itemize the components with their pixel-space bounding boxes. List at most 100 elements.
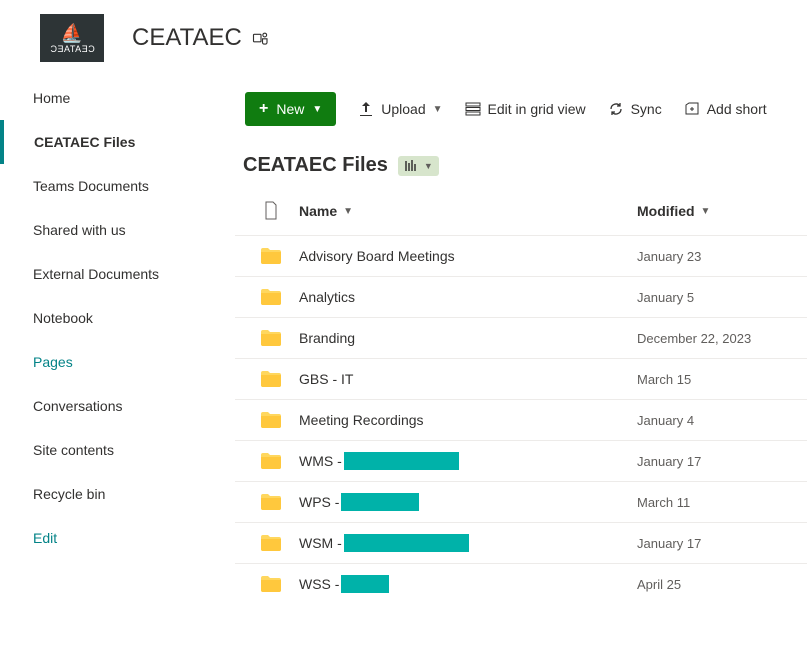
item-modified: January 17 (637, 536, 807, 551)
nav-label: Recycle bin (33, 486, 105, 502)
item-name-text: Advisory Board Meetings (299, 248, 455, 264)
item-name[interactable]: WMS - (295, 452, 637, 470)
new-button[interactable]: + New ▼ (245, 92, 336, 126)
item-modified: January 23 (637, 249, 807, 264)
site-title: CEATAEC (132, 24, 242, 52)
nav-label: Site contents (33, 442, 114, 458)
folder-icon (247, 288, 295, 306)
file-list: Name ▼ Modified ▼ Advisory Board Meeting… (235, 187, 807, 604)
folder-icon (247, 534, 295, 552)
nav-label: Conversations (33, 398, 123, 414)
nav-label: External Documents (33, 266, 159, 282)
table-row[interactable]: WMS - January 17 (235, 440, 807, 481)
teams-icon[interactable] (252, 29, 270, 47)
folder-icon (247, 247, 295, 265)
grid-label: Edit in grid view (488, 101, 586, 117)
plus-icon: + (259, 100, 268, 118)
chevron-down-icon: ▼ (701, 206, 711, 217)
modified-column-header[interactable]: Modified ▼ (637, 203, 807, 219)
item-name[interactable]: Analytics (295, 289, 637, 305)
chevron-down-icon: ▼ (312, 104, 322, 115)
item-name-text: WSS - (299, 576, 339, 592)
sidebar-nav: Home CEATAEC Files Teams Documents Share… (0, 76, 230, 646)
item-name[interactable]: GBS - IT (295, 371, 637, 387)
new-label: New (276, 101, 304, 117)
file-icon (263, 201, 279, 221)
nav-pages[interactable]: Pages (3, 340, 230, 384)
column-headers: Name ▼ Modified ▼ (235, 187, 807, 235)
table-row[interactable]: WSM - January 17 (235, 522, 807, 563)
nav-label: Shared with us (33, 222, 126, 238)
item-modified: January 17 (637, 454, 807, 469)
add-shortcut-button[interactable]: Add short (684, 101, 767, 117)
item-name-text: Meeting Recordings (299, 412, 424, 428)
nav-conversations[interactable]: Conversations (3, 384, 230, 428)
folder-icon (247, 575, 295, 593)
view-icon (404, 158, 420, 174)
type-column-header[interactable] (247, 201, 295, 221)
redacted-text (344, 534, 469, 552)
chevron-down-icon: ▼ (424, 161, 433, 171)
item-name-text: WMS - (299, 453, 342, 469)
item-modified: December 22, 2023 (637, 331, 807, 346)
nav-notebook[interactable]: Notebook (3, 296, 230, 340)
folder-icon (247, 329, 295, 347)
item-name[interactable]: Advisory Board Meetings (295, 248, 637, 264)
table-row[interactable]: WSS - April 25 (235, 563, 807, 604)
site-logo[interactable]: ⛵ CEATAEC (40, 14, 104, 62)
item-modified: January 5 (637, 290, 807, 305)
item-name[interactable]: Branding (295, 330, 637, 346)
table-row[interactable]: WPS - March 11 (235, 481, 807, 522)
grid-icon (465, 101, 481, 117)
table-row[interactable]: Branding December 22, 2023 (235, 317, 807, 358)
item-name[interactable]: WSM - (295, 534, 637, 552)
upload-label: Upload (381, 101, 425, 117)
item-name-text: WPS - (299, 494, 339, 510)
item-name-text: Analytics (299, 289, 355, 305)
redacted-text (341, 493, 419, 511)
item-name-text: Branding (299, 330, 355, 346)
folder-icon (247, 493, 295, 511)
nav-label: CEATAEC Files (34, 134, 135, 150)
sync-button[interactable]: Sync (608, 101, 662, 117)
item-name[interactable]: WPS - (295, 493, 637, 511)
chevron-down-icon: ▼ (433, 104, 443, 115)
nav-label: Notebook (33, 310, 93, 326)
table-row[interactable]: GBS - IT March 15 (235, 358, 807, 399)
folder-icon (247, 411, 295, 429)
item-name-text: WSM - (299, 535, 342, 551)
name-column-header[interactable]: Name ▼ (295, 203, 637, 219)
nav-external-documents[interactable]: External Documents (3, 252, 230, 296)
nav-ceataec-files[interactable]: CEATAEC Files (0, 120, 230, 164)
folder-icon (247, 452, 295, 470)
table-row[interactable]: Meeting Recordings January 4 (235, 399, 807, 440)
item-modified: January 4 (637, 413, 807, 428)
chevron-down-icon: ▼ (343, 206, 353, 217)
table-row[interactable]: Analytics January 5 (235, 276, 807, 317)
nav-edit[interactable]: Edit (3, 516, 230, 560)
redacted-text (344, 452, 459, 470)
upload-icon (358, 101, 374, 117)
nav-home[interactable]: Home (3, 76, 230, 120)
nav-site-contents[interactable]: Site contents (3, 428, 230, 472)
nav-label: Home (33, 90, 70, 106)
main-content: + New ▼ Upload ▼ Edit in grid view Sync … (230, 76, 807, 646)
item-modified: March 15 (637, 372, 807, 387)
library-title: CEATAEC Files (243, 154, 388, 177)
edit-grid-button[interactable]: Edit in grid view (465, 101, 586, 117)
item-name[interactable]: WSS - (295, 575, 637, 593)
nav-shared-with-us[interactable]: Shared with us (3, 208, 230, 252)
nav-label: Teams Documents (33, 178, 149, 194)
table-row[interactable]: Advisory Board Meetings January 23 (235, 235, 807, 276)
nav-label: Pages (33, 354, 73, 370)
upload-button[interactable]: Upload ▼ (358, 101, 442, 117)
nav-label: Edit (33, 530, 57, 546)
nav-recycle-bin[interactable]: Recycle bin (3, 472, 230, 516)
item-name[interactable]: Meeting Recordings (295, 412, 637, 428)
view-switch[interactable]: ▼ (398, 156, 439, 176)
shortcut-icon (684, 101, 700, 117)
nav-teams-documents[interactable]: Teams Documents (3, 164, 230, 208)
redacted-text (341, 575, 389, 593)
item-name-text: GBS - IT (299, 371, 353, 387)
modified-header-label: Modified (637, 203, 695, 219)
